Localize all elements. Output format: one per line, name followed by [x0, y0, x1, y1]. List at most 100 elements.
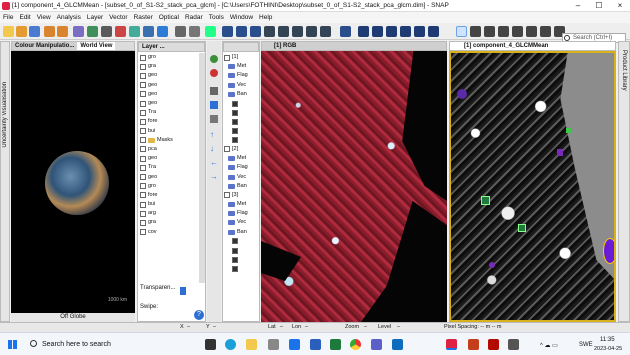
powerpoint-icon[interactable]: [468, 339, 479, 350]
polygon-shape[interactable]: [489, 262, 495, 268]
open-icon[interactable]: [16, 26, 27, 37]
product-library-side-tab[interactable]: Product Library: [618, 41, 630, 322]
language-indicator[interactable]: SWE: [579, 342, 593, 348]
layer-item[interactable]: gra: [140, 62, 198, 71]
move-down-icon[interactable]: ↓: [210, 145, 218, 153]
layer-edit-icon[interactable]: [210, 115, 218, 123]
remove-layer-icon[interactable]: [210, 69, 218, 77]
move-up-icon[interactable]: ↑: [210, 131, 218, 139]
tool-c-icon[interactable]: [386, 26, 397, 37]
product-node[interactable]: Ban: [224, 90, 259, 99]
menu-raster[interactable]: Raster: [131, 14, 156, 21]
uncertainty-side-tab[interactable]: Uncertainty Visualisation: [0, 41, 10, 322]
band-item[interactable]: [224, 264, 259, 273]
product-node[interactable]: Flag: [224, 163, 259, 172]
minimize-button[interactable]: –: [568, 0, 588, 12]
band-item[interactable]: [224, 246, 259, 255]
teams-icon[interactable]: [371, 339, 382, 350]
pin-tool-icon[interactable]: [484, 26, 495, 37]
camera-icon[interactable]: [508, 339, 519, 350]
gcp-tool-icon[interactable]: [498, 26, 509, 37]
save-icon[interactable]: [29, 26, 40, 37]
layer-item[interactable]: pca: [140, 145, 198, 154]
product-node[interactable]: Met: [224, 62, 259, 71]
product-item[interactable]: [3]: [224, 191, 259, 200]
layer-item[interactable]: arg: [140, 209, 198, 218]
product-node[interactable]: Ban: [224, 228, 259, 237]
layer-item[interactable]: geo: [140, 154, 198, 163]
draw-rectangle-icon[interactable]: [540, 26, 551, 37]
excel-icon[interactable]: [330, 339, 341, 350]
polygon-shape[interactable]: [557, 149, 563, 156]
store-icon[interactable]: [268, 339, 279, 350]
windows-start-icon[interactable]: [8, 340, 17, 349]
radar-tools-icon[interactable]: [264, 26, 275, 37]
graph-builder-icon[interactable]: [175, 26, 186, 37]
layer-item[interactable]: gra: [140, 218, 198, 227]
layer-item[interactable]: fore: [140, 191, 198, 200]
band-item[interactable]: [224, 127, 259, 136]
polygon-shape[interactable]: [518, 224, 526, 232]
scatter-plot-icon[interactable]: [129, 26, 140, 37]
radar-s2-icon[interactable]: [236, 26, 247, 37]
polygon-shape[interactable]: [457, 89, 467, 99]
layer-item[interactable]: fore: [140, 117, 198, 126]
edge-icon[interactable]: [225, 339, 236, 350]
polygon-shape[interactable]: [481, 196, 490, 205]
layer-item[interactable]: bui: [140, 127, 198, 136]
product-node[interactable]: Met: [224, 154, 259, 163]
tool-a-icon[interactable]: [358, 26, 369, 37]
tray-icons[interactable]: ^ ☁ ▭: [540, 342, 558, 349]
draw-polyline-icon[interactable]: [526, 26, 537, 37]
menu-edit[interactable]: Edit: [16, 14, 33, 21]
task-view-icon[interactable]: [205, 339, 216, 350]
layer-info-icon[interactable]: [210, 101, 218, 109]
layer-item[interactable]: cov: [140, 228, 198, 237]
new-icon[interactable]: [3, 26, 14, 37]
move-left-icon[interactable]: ←: [210, 159, 218, 167]
draw-line-icon[interactable]: [512, 26, 523, 37]
transparency-slider[interactable]: [180, 287, 186, 295]
radar-s3-icon[interactable]: [250, 26, 261, 37]
maximize-button[interactable]: ☐: [589, 0, 609, 12]
band-item[interactable]: [224, 117, 259, 126]
menu-view[interactable]: View: [34, 14, 54, 21]
product-node[interactable]: Vec: [224, 81, 259, 90]
gcp-icon[interactable]: [340, 26, 351, 37]
globe-view[interactable]: 1000 km: [11, 51, 135, 313]
mail-icon[interactable]: [289, 339, 300, 350]
help-icon[interactable]: ?: [194, 310, 204, 320]
layer-item[interactable]: geo: [140, 90, 198, 99]
undo-icon[interactable]: [44, 26, 55, 37]
band-item[interactable]: [224, 136, 259, 145]
taskbar-search-icon[interactable]: [30, 340, 37, 347]
histogram-icon[interactable]: [101, 26, 112, 37]
time-series-icon[interactable]: [205, 26, 216, 37]
product-item[interactable]: [2]: [224, 145, 259, 154]
menu-layer[interactable]: Layer: [84, 14, 106, 21]
snap-taskbar-icon[interactable]: [446, 339, 457, 350]
layer-item[interactable]: geo: [140, 81, 198, 90]
menu-window[interactable]: Window: [227, 14, 256, 21]
word-icon[interactable]: [310, 339, 321, 350]
info-icon[interactable]: [157, 26, 168, 37]
product-node[interactable]: Vec: [224, 218, 259, 227]
layer-scrollbar[interactable]: [199, 53, 205, 283]
file-explorer-icon[interactable]: [246, 339, 257, 350]
tool-b-icon[interactable]: [372, 26, 383, 37]
move-right-icon[interactable]: →: [210, 173, 218, 181]
product-node[interactable]: Vec: [224, 172, 259, 181]
glcm-image[interactable]: [449, 51, 616, 322]
menu-tools[interactable]: Tools: [206, 14, 227, 21]
polygon-shape[interactable]: [603, 238, 614, 264]
menu-radar[interactable]: Radar: [182, 14, 206, 21]
add-layer-icon[interactable]: [210, 55, 218, 63]
product-node[interactable]: Met: [224, 200, 259, 209]
profile-plot-icon[interactable]: [143, 26, 154, 37]
chrome-icon[interactable]: [350, 339, 361, 350]
terrain-icon[interactable]: [320, 26, 331, 37]
layer-item[interactable]: geo: [140, 172, 198, 181]
pan-tool-icon[interactable]: [456, 26, 467, 37]
product-node[interactable]: Flag: [224, 209, 259, 218]
layer-item[interactable]: geo: [140, 71, 198, 80]
